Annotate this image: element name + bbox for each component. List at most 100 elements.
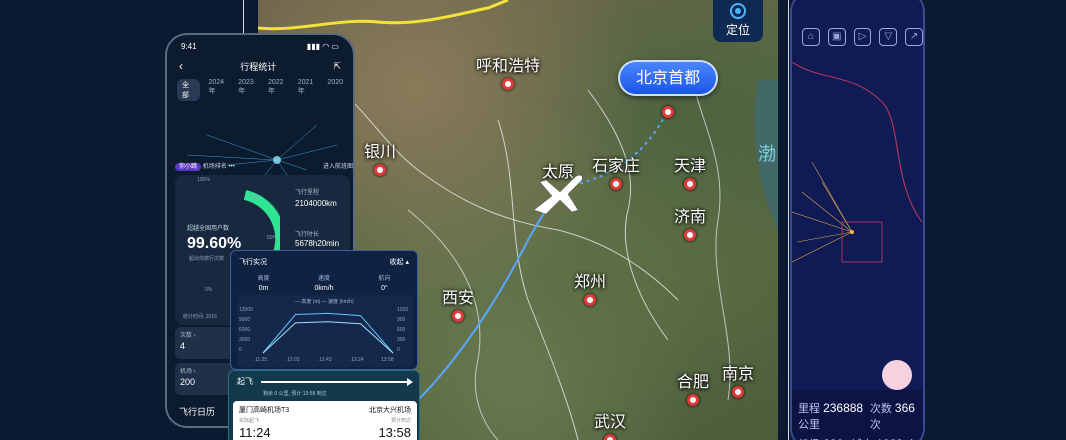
- city-label: 济南: [673, 207, 707, 226]
- series-line-1: [262, 321, 394, 354]
- tab-2021[interactable]: 2021年: [298, 79, 320, 101]
- airport-card[interactable]: 机场 › 200: [175, 363, 235, 395]
- right-map: [792, 62, 923, 263]
- shirt-icon[interactable]: ⌂: [802, 28, 820, 46]
- locate-label: 定位: [725, 23, 750, 37]
- scale-75: 75%: [249, 195, 260, 201]
- takeoff-header: 起飞: [229, 371, 419, 387]
- stat-distance: 里程 236888 公里: [798, 401, 864, 431]
- stat-cities: 城市 1028 个: [851, 436, 917, 440]
- mascot-avatar[interactable]: [882, 360, 912, 390]
- right-toolbar: ⌂ ▣ ▷ ▽ ↗: [792, 0, 923, 46]
- city-dot: [373, 164, 386, 176]
- locate-button[interactable]: 定位: [713, 0, 763, 42]
- airplane-icon: [533, 175, 583, 215]
- panel-header: 飞行实况 收起 ▴: [231, 251, 417, 267]
- city-dot: [451, 310, 464, 322]
- stats-row: 里程 236888 公里 次数 366 次: [798, 400, 917, 432]
- city-dot: [603, 434, 616, 440]
- rank-label: 机场排名: [202, 164, 227, 170]
- photo-icon[interactable]: ▣: [827, 28, 846, 46]
- play-icon[interactable]: ▷: [853, 28, 872, 46]
- destination-label[interactable]: 北京首都: [618, 60, 719, 96]
- page-title: 行程统计: [240, 61, 277, 72]
- share-icon[interactable]: ↗: [905, 28, 923, 46]
- status-bar: 9:41 ▮▮▮ ◠ ▭: [167, 35, 353, 51]
- flight-metrics: 高度 0m 速度 0km/h 航向 0°: [231, 267, 417, 292]
- flight-info: 厦门高崎机场T3 北京大兴机场 实际起飞 预计到达 11:24 13:58: [233, 401, 417, 440]
- collapse-button[interactable]: 收起 ▴: [390, 257, 409, 267]
- takeoff-label: 起飞: [237, 377, 253, 386]
- metric-speed: 速度 0km/h: [314, 276, 334, 292]
- city-nanjing[interactable]: 南京: [722, 360, 754, 398]
- city-dot: [609, 178, 622, 190]
- tab-2023[interactable]: 2023年: [238, 79, 260, 101]
- signal-battery-icon: ▮▮▮ ◠ ▭: [306, 42, 339, 51]
- year-tabs: 全部 2024年 2023年 2022年 2021年 2020: [167, 73, 353, 101]
- duration-value: 5678h20min: [295, 239, 340, 248]
- city-zhengzhou[interactable]: 郑州: [574, 268, 606, 306]
- panel-title: 飞行实况: [239, 259, 267, 266]
- airport-label: 机场 ›: [180, 369, 196, 375]
- user-name: 你小跳: [175, 163, 202, 171]
- city-label: 郑州: [573, 272, 607, 291]
- rank-bar[interactable]: 你小跳 机场排名 ••• 进入航班图: [175, 161, 353, 175]
- city-label: 呼和浩特: [475, 56, 541, 75]
- time-row: 11:24 13:58: [239, 425, 411, 440]
- city-dot: [731, 386, 744, 398]
- city-label: 西安: [441, 288, 475, 307]
- stats-panel: 里程 236888 公里 次数 366 次 机场 226 城市 1028 个: [792, 390, 923, 440]
- city-dot: [686, 394, 699, 406]
- divider-line: [788, 0, 789, 440]
- distance-value: 2104000km: [295, 199, 337, 208]
- city-wuhan[interactable]: 武汉: [594, 408, 626, 440]
- scale-50: 50%: [267, 235, 278, 241]
- city-dot: [662, 106, 674, 118]
- stat-count: 次数 366 次: [869, 401, 915, 431]
- departure-label: 实际起飞: [239, 418, 260, 424]
- back-icon[interactable]: ‹: [179, 59, 183, 73]
- city-hefei[interactable]: 合肥: [677, 368, 709, 406]
- flight-calendar-link[interactable]: 飞行日历: [179, 405, 215, 418]
- city-label: 银川: [363, 142, 397, 161]
- series-line-0: [262, 312, 394, 354]
- count-card[interactable]: 次数 › 4: [175, 327, 235, 359]
- city-yinchuan[interactable]: 银川: [364, 138, 396, 176]
- city-dot: [501, 78, 514, 90]
- tab-2022[interactable]: 2022年: [268, 79, 290, 101]
- city-shijiazhuang[interactable]: 石家庄: [592, 152, 640, 190]
- share-icon[interactable]: ⇱: [333, 61, 341, 72]
- city-label: 合肥: [676, 372, 710, 391]
- city-label: 武汉: [593, 412, 627, 431]
- enter-ranking-link[interactable]: 进入航班图: [323, 161, 353, 175]
- destination-marker[interactable]: [662, 104, 674, 118]
- tab-2024[interactable]: 2024年: [208, 79, 230, 101]
- airport-row: 厦门高崎机场T3 北京大兴机场: [239, 405, 411, 415]
- count-value: 4: [180, 341, 186, 351]
- airport-value: 200: [180, 377, 196, 387]
- city-tianjin[interactable]: 天津: [674, 152, 706, 190]
- city-dot: [583, 294, 596, 306]
- city-hohhot[interactable]: 呼和浩特: [476, 52, 540, 90]
- tab-all[interactable]: 全部: [177, 79, 201, 101]
- nav-bar: ‹ 行程统计 ⇱: [167, 51, 353, 73]
- locate-icon: [730, 3, 746, 19]
- metric-heading: 航向 0°: [378, 276, 391, 292]
- stat-airports: 机场 226: [798, 436, 843, 440]
- takeoff-card[interactable]: 起飞 剩余 0 公里, 预计 13:58 到达 厦门高崎机场T3 北京大兴机场 …: [228, 370, 420, 440]
- city-label: 天津: [673, 156, 707, 175]
- sea-label: 渤: [758, 144, 776, 165]
- city-jinan[interactable]: 济南: [674, 203, 706, 241]
- arrival-airport: 北京大兴机场: [369, 407, 411, 414]
- city-dot: [683, 229, 696, 241]
- city-label: 石家庄: [591, 156, 641, 175]
- count-label: 次数 ›: [180, 333, 196, 339]
- chart-plot: [262, 312, 394, 354]
- altitude-speed-chart: — 高度 (m) — 速度 (km/h) 12000 9000 6000 300…: [237, 295, 413, 367]
- tab-2020[interactable]: 2020: [327, 79, 343, 101]
- filter-icon[interactable]: ▽: [879, 28, 898, 46]
- stat-time: 统计时间: 2015: [183, 314, 217, 320]
- departure-time: 11:24: [239, 425, 271, 440]
- city-xian[interactable]: 西安: [442, 284, 474, 322]
- city-label: 南京: [721, 364, 755, 383]
